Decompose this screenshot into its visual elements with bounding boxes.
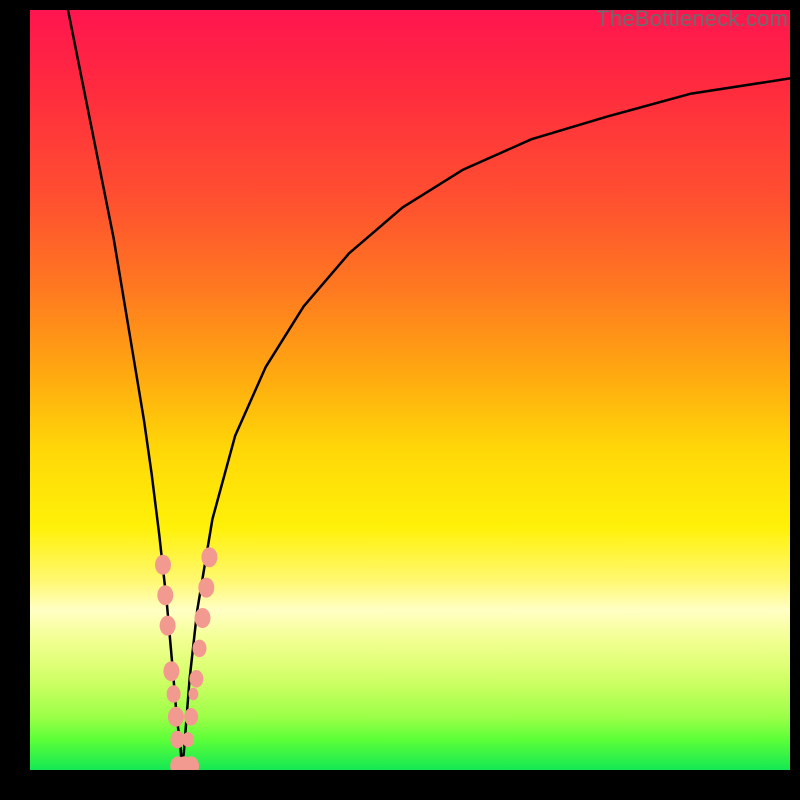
bottleneck-curve [68,10,790,770]
marker-dot [157,585,173,605]
marker-dot [193,640,207,658]
watermark-label: TheBottleneck.com [596,6,788,32]
marker-dot [163,661,179,681]
plot-area [30,10,790,770]
marker-dot [195,608,211,628]
marker-dot [198,578,214,598]
marker-dot [155,555,171,575]
marker-dot [189,670,203,688]
marker-dot [201,547,217,567]
marker-dot [160,616,176,636]
marker-dot [184,708,198,726]
chart-svg [30,10,790,770]
marker-dot [167,685,181,703]
chart-frame: TheBottleneck.com [0,0,800,800]
marker-dot [168,707,184,727]
marker-dot [188,688,198,701]
marker-dot [182,732,194,747]
